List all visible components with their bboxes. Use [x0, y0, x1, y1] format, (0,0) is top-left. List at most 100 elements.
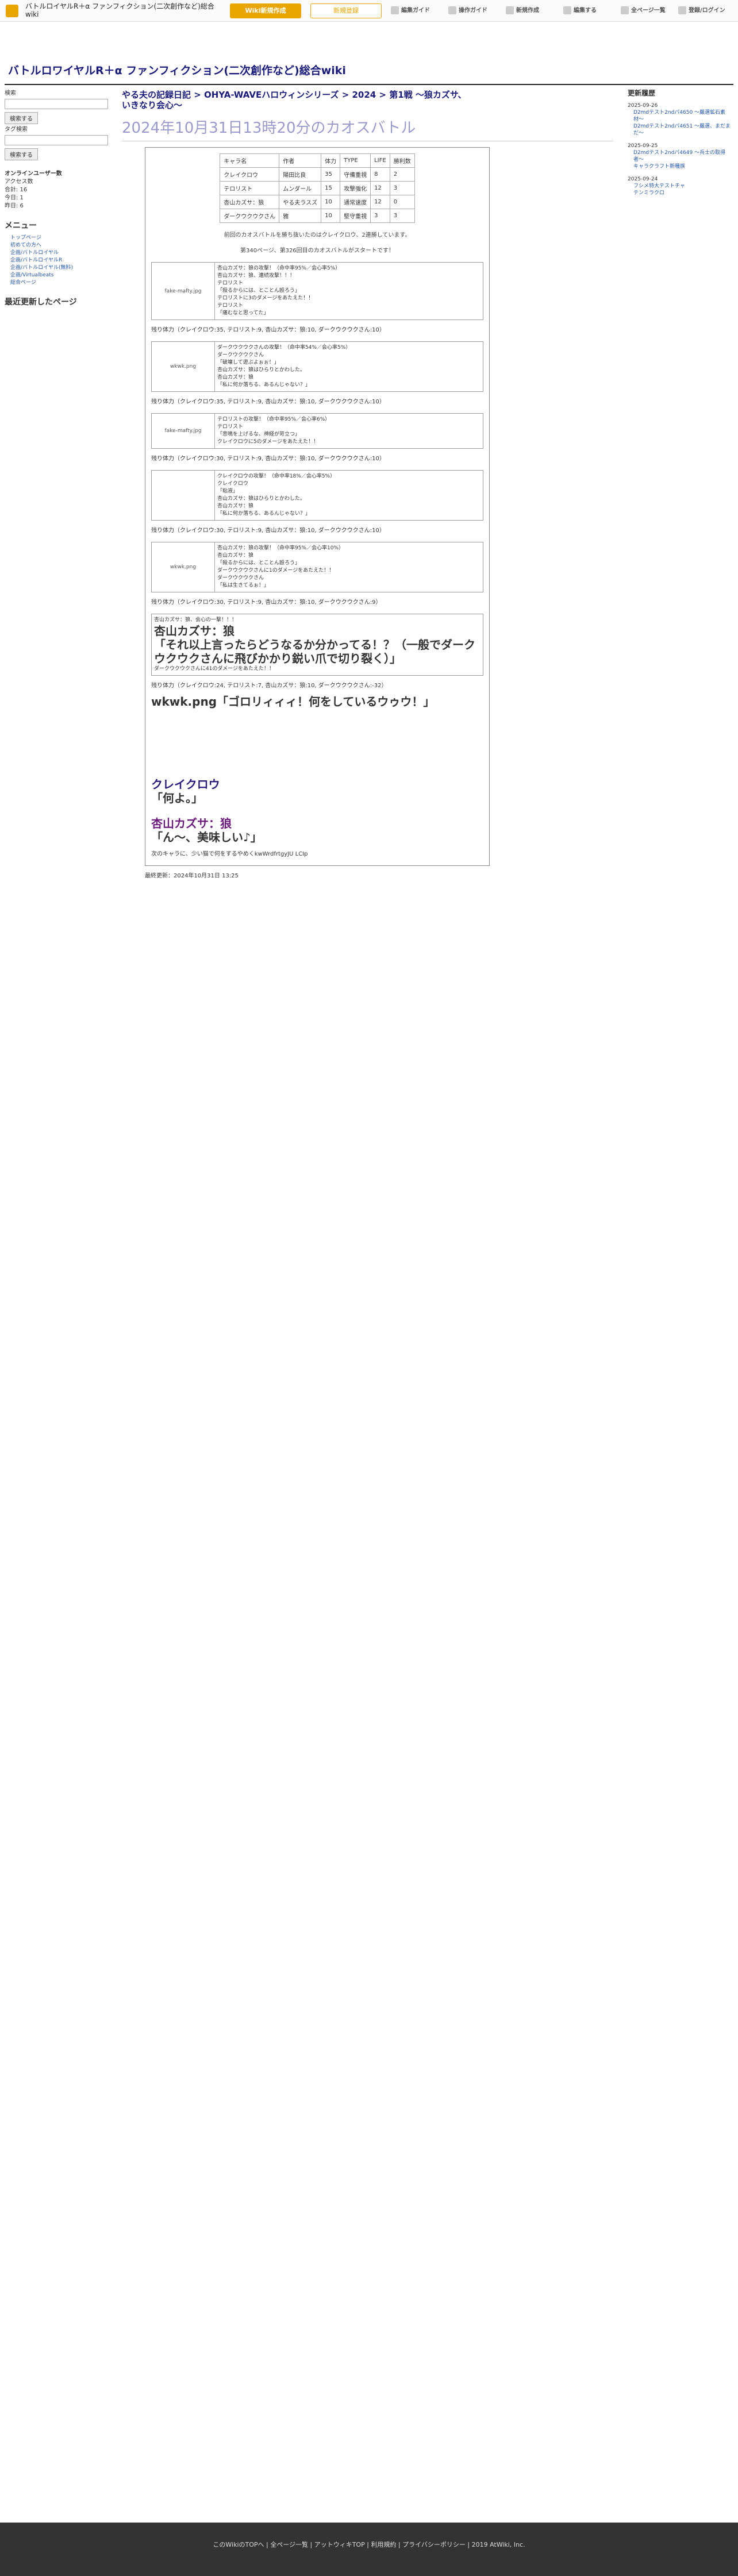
history-group: 2025-09-25 D2mdテスト2ndパ4649 〜兵士の取得者〜 キャラク… — [628, 143, 733, 170]
battle-event: クレイクロウの攻撃！（命中率18%／会心率5%） クレイクロウ 「粘液」 杏山カズサ：… — [151, 470, 483, 521]
table-cell: ムンダール — [279, 181, 322, 195]
site-name[interactable]: バトルロイヤルR＋α ファンフィクション(二次創作など)総合wiki — [25, 2, 221, 18]
table-cell: 10 — [321, 195, 341, 209]
tool-new[interactable]: 新規作成 — [506, 5, 563, 17]
table-cell: クレイクロウ — [220, 167, 280, 182]
event-line: 杏山カズサ：狼 — [217, 503, 254, 509]
event-line: テロリスト — [217, 424, 244, 430]
nav-item[interactable]: 企画/バトルロイヤル(無料) — [5, 264, 115, 272]
user-icon — [678, 6, 686, 14]
table-cell: 杏山カズサ：狼 — [220, 195, 280, 209]
event-line: ダークウクウクさん — [217, 575, 264, 581]
table-cell: TYPE — [340, 153, 371, 168]
event-line: 杏山カズサ：狼 — [217, 375, 254, 380]
table-cell: 3 — [370, 209, 390, 223]
table-cell: やる夫ラスズ — [279, 195, 322, 209]
hp-status: 残り体力（クレイクロウ:35, テロリスト:9, 杏山カズサ：狼:10, ダーク… — [151, 399, 385, 405]
nav-item[interactable]: 企画/Virtualbeats — [5, 272, 115, 279]
table-row: テロリスト ムンダール 15 攻撃強化 12 3 — [220, 181, 415, 195]
event-line: クレイクロウ — [217, 481, 248, 487]
history-item[interactable]: D2mdテスト2ndパ4649 〜兵士の取得者〜 — [628, 149, 733, 163]
event-line: ダークウクウクさんに1のダメージをあたえた！！ — [217, 568, 335, 573]
table-cell: 15 — [321, 181, 341, 195]
footer-links[interactable]: このWikiのTOPへ | 全ページ一覧 | アットウィキTOP | 利用規約 … — [0, 2523, 738, 2549]
winner-b: 杏山カズサ：狼 — [151, 817, 232, 830]
table-cell: 守備重視 — [340, 167, 371, 182]
history-item[interactable]: D2mdテスト2ndパ4650 〜厳選鉱石素材〜 — [628, 109, 733, 123]
nav-item[interactable]: トップページ — [5, 234, 115, 242]
nav-item[interactable]: 企画/バトルロイヤルR — [5, 257, 115, 264]
history-item[interactable]: キャラクラフト新種族 — [628, 163, 733, 170]
event-lines: クレイクロウの攻撃！（命中率18%／会心率5%） クレイクロウ 「粘液」 杏山カズサ：… — [215, 471, 483, 520]
site-logo[interactable] — [6, 5, 18, 17]
search-input[interactable] — [5, 99, 108, 109]
intro-line-2: 第340ページ、第326回目のカオスバトルがスタートです！ — [240, 248, 394, 254]
battle-event: fake-mafty.jpg テロリストの攻撃！（命中率95%／会心率6%） テロリ… — [151, 413, 483, 449]
event-lines: ダークウクウクさんの攻撃！（命中率54%／会心率5%） ダークウクウクさん 「破壊し… — [215, 342, 483, 391]
last-edit: 最終更新：2024年10月31日 13:25 — [145, 873, 239, 879]
character-table: キャラ名 作者 体力 TYPE LIFE 勝利数 クレイクロウ 陽田比良 35 守備重視 8 2 テロリ… — [220, 153, 415, 223]
search-label: 検索 — [5, 90, 16, 97]
nav-list: トップページ 初めての方へ 企画/バトルロイヤル 企画/バトルロイヤルR 企画/… — [5, 234, 115, 287]
hp-status: 残り体力（クレイクロウ:30, テロリスト:9, 杏山カズサ：狼:10, ダーク… — [151, 527, 385, 534]
table-cell: 雅 — [279, 209, 322, 223]
edit-icon — [563, 6, 571, 14]
breadcrumb[interactable]: やる夫の記録日記 > OHYA-WAVEハロウィンシリーズ > 2024 > 第… — [122, 90, 467, 110]
wiki-title[interactable]: バトルロワイヤルR＋α ファンフィクション(二次創作など)総合wiki — [8, 62, 433, 78]
tool-all[interactable]: 全ページ一覧 — [621, 5, 678, 17]
tool-edit[interactable]: 編集する — [563, 5, 621, 17]
stat-2: 今日: 1 — [5, 195, 24, 201]
hp-status: 残り体力（クレイクロウ:30, テロリスト:9, 杏山カズサ：狼:10, ダーク… — [151, 599, 382, 606]
table-cell: 陽田比良 — [279, 167, 322, 182]
table-cell: 2 — [389, 167, 415, 182]
event-line: 杏山カズサ：狼、連続攻撃！！！ — [217, 273, 295, 279]
history-title: 更新履歴 — [628, 89, 656, 97]
footnote: 次のキャラに、少い猫で何をするやめくkwWrdfrtgyJU LCIp — [151, 851, 308, 857]
event-line: テロリストの攻撃！（命中率95%／会心率6%） — [217, 417, 330, 422]
avatar: wkwk.png — [152, 542, 215, 592]
divider — [5, 84, 733, 85]
critical-lines: 杏山カズサ：狼、会心の一撃！！！ 杏山カズサ：狼 「それ以上言ったらどうなるか分… — [154, 617, 475, 672]
table-cell: 3 — [389, 209, 415, 223]
critical-event: 杏山カズサ：狼、会心の一撃！！！ 杏山カズサ：狼 「それ以上言ったらどうなるか分… — [151, 614, 483, 676]
nav-item[interactable]: 総合ページ — [5, 279, 115, 287]
table-row: クレイクロウ 陽田比良 35 守備重視 8 2 — [220, 167, 415, 182]
hp-status: 残り体力（クレイクロウ:30, テロリスト:9, 杏山カズサ：狼:10, ダーク… — [151, 456, 385, 462]
tag-input[interactable] — [5, 135, 108, 145]
table-row: ダークウクウクさん雅 10 堅守重視 3 3 — [220, 209, 415, 223]
tool-guide[interactable]: 編集ガイド — [391, 5, 448, 17]
history-item[interactable]: テンミラクロ — [628, 190, 733, 197]
wiki-create-button[interactable]: Wiki新規作成 — [230, 3, 301, 18]
new-icon — [506, 6, 514, 14]
avatar: fake-mafty.jpg — [152, 414, 215, 448]
table-cell: 35 — [321, 167, 341, 182]
list-icon — [621, 6, 629, 14]
winner-a: クレイクロウ — [151, 777, 220, 791]
toolbar: 編集ガイド 操作ガイド 新規作成 編集する 全ページ一覧 登録/ログイン — [391, 5, 736, 17]
footer: このWikiのTOPへ | 全ページ一覧 | アットウィキTOP | 利用規約 … — [0, 2523, 738, 2576]
tool-login[interactable]: 登録/ログイン — [678, 5, 736, 17]
tag-button[interactable]: 検索する — [5, 148, 38, 160]
search-button[interactable]: 検索する — [5, 112, 38, 124]
table-cell: 攻撃強化 — [340, 181, 371, 195]
top-header: バトルロイヤルR＋α ファンフィクション(二次創作など)総合wiki Wiki新… — [0, 0, 738, 22]
history-item[interactable]: フシメ特大テストチャ — [628, 183, 733, 190]
event-line: 「破壊して遊ぶよぉぉ！」 — [217, 360, 279, 365]
register-button[interactable]: 新規登録 — [310, 3, 382, 18]
stat-0: アクセス数 — [5, 179, 33, 185]
battle-event: fake-mafty.jpg 杏山カズサ：狼の攻撃！（命中率95%／会心率5%）杏… — [151, 262, 483, 320]
tool-ops[interactable]: 操作ガイド — [448, 5, 506, 17]
history-item[interactable]: D2mdテスト2ndパ4651 〜厳選、まだまだ〜 — [628, 123, 733, 137]
main-content: やる夫の記録日記 > OHYA-WAVEハロウィンシリーズ > 2024 > 第… — [122, 90, 613, 881]
hp-status: 残り体力（クレイクロウ:35, テロリスト:9, 杏山カズサ：狼:10, ダーク… — [151, 327, 385, 333]
nav-item[interactable]: 初めての方へ — [5, 242, 115, 249]
history-group: 2025-09-24 フシメ特大テストチャ テンミラクロ — [628, 176, 733, 197]
guide-icon — [391, 6, 399, 14]
event-line: 「私は生きてるぉ！」 — [217, 583, 270, 588]
nav-item[interactable]: 企画/バトルロイヤル — [5, 249, 115, 257]
table-cell: LIFE — [370, 153, 390, 168]
event-lines: テロリストの攻撃！（命中率95%／会心率6%） テロリスト 「悲鳴を上げるな、神経が… — [215, 414, 483, 448]
tag-label: タグ検索 — [5, 126, 28, 133]
event-lines: 杏山カズサ：狼の攻撃！（命中率95%／会心率5%） 杏山カズサ：狼、連続攻撃！！！… — [215, 263, 483, 319]
table-cell: 堅守重視 — [340, 209, 371, 223]
